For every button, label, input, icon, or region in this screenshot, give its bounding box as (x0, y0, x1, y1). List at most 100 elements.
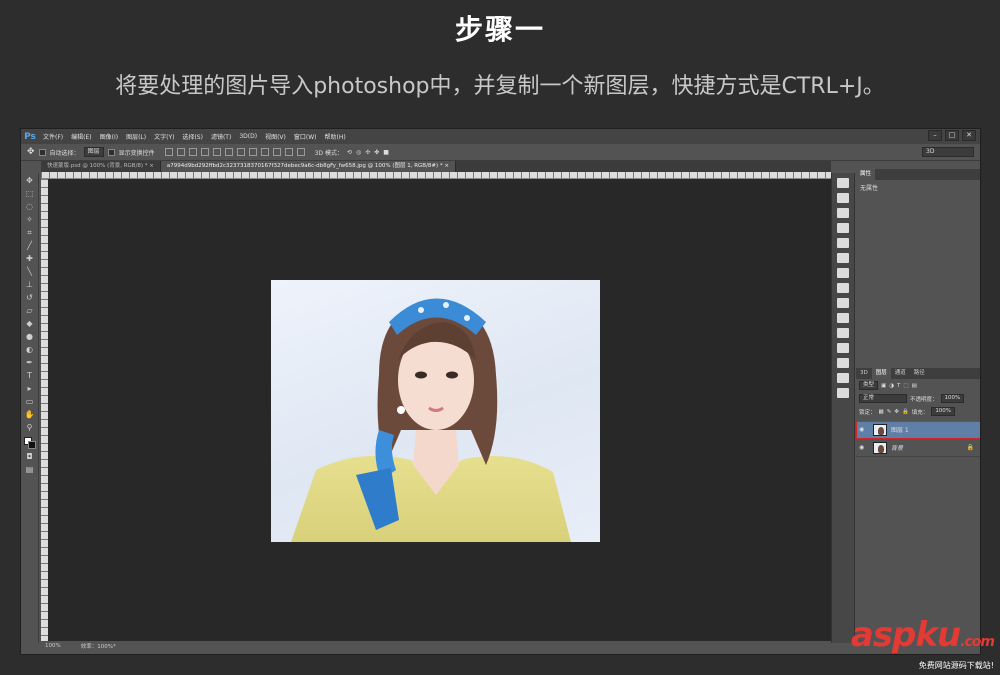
align-left-icon[interactable] (200, 148, 209, 156)
paint-bucket-tool-icon[interactable]: ◆ (24, 319, 36, 329)
maximize-button[interactable]: □ (945, 130, 959, 141)
pen-tool-icon[interactable]: ✒ (24, 358, 36, 368)
menu-3d[interactable]: 3D(D) (235, 133, 261, 140)
blend-mode-dropdown[interactable]: 正常 (859, 394, 907, 403)
align-bottom-icon[interactable] (188, 148, 197, 156)
minimize-button[interactable]: – (928, 130, 942, 141)
distribute-bottom-icon[interactable] (260, 148, 269, 156)
blur-tool-icon[interactable]: ● (24, 332, 36, 342)
efficiency-status[interactable]: 效率：100%* (81, 642, 116, 650)
filter-pixel-icon[interactable]: ▣ (881, 383, 886, 389)
vertical-ruler[interactable] (41, 179, 48, 641)
dodge-tool-icon[interactable]: ◐ (24, 345, 36, 355)
rectangle-tool-icon[interactable]: ▭ (24, 397, 36, 407)
menu-layer[interactable]: 图层(L) (122, 132, 150, 141)
3d-pan-icon[interactable]: ✣ (365, 149, 370, 156)
distribute-right-icon[interactable] (296, 148, 305, 156)
zoom-tool-icon[interactable]: ⚲ (24, 423, 36, 433)
visibility-eye-icon[interactable]: ◉ (859, 426, 869, 433)
opacity-field[interactable]: 100% (940, 394, 965, 403)
lock-position-icon[interactable]: ✥ (894, 409, 899, 415)
swatches-panel-icon[interactable] (837, 223, 849, 233)
layer-row-background[interactable]: ◉ 背景 🔒 (856, 439, 980, 457)
close-button[interactable]: ✕ (962, 130, 976, 141)
layer-row-layer-1[interactable]: ◉ 图层 1 (856, 421, 980, 439)
document-image[interactable] (271, 280, 600, 542)
menu-window[interactable]: 窗口(W) (290, 132, 321, 141)
auto-select-checkbox[interactable] (38, 148, 46, 156)
tab-photo-jpg[interactable]: a7994d9bd292ffbd2c3237318370167f327debec… (160, 161, 457, 172)
info-panel-icon[interactable] (837, 358, 849, 368)
layer-name[interactable]: 图层 1 (891, 425, 909, 434)
character-panel-icon[interactable] (837, 313, 849, 323)
brush-tool-icon[interactable]: ╲ (24, 267, 36, 277)
distribute-left-icon[interactable] (272, 148, 281, 156)
screen-mode-icon[interactable]: ▤ (24, 465, 36, 475)
lock-transparent-icon[interactable]: ▦ (879, 409, 884, 415)
visibility-eye-icon[interactable]: ◉ (859, 444, 869, 451)
lock-image-icon[interactable]: ✎ (887, 409, 892, 415)
lasso-tool-icon[interactable]: ◌ (24, 202, 36, 212)
move-tool-icon[interactable]: ✥ (24, 176, 36, 186)
canvas-area[interactable] (48, 179, 831, 641)
tab-quick-mask-psd[interactable]: 快速蒙版.psd @ 100% (背景, RGB/8) * × (41, 161, 161, 172)
menu-file[interactable]: 文件(F) (39, 132, 67, 141)
layer-filter-dropdown[interactable]: 类型 (859, 381, 879, 390)
type-tool-icon[interactable]: T (24, 371, 36, 381)
menu-type[interactable]: 文字(Y) (150, 132, 178, 141)
move-tool-icon[interactable]: ✥ (27, 147, 35, 157)
filter-smart-object-icon[interactable]: ▤ (912, 383, 917, 389)
background-color-swatch[interactable] (28, 441, 36, 449)
horizontal-ruler[interactable] (41, 172, 831, 179)
3d-roll-icon[interactable]: ◎ (356, 149, 361, 156)
hand-tool-icon[interactable]: ✋ (24, 410, 36, 420)
distribute-center-icon[interactable] (284, 148, 293, 156)
actions-panel-icon[interactable] (837, 388, 849, 398)
align-middle-icon[interactable] (176, 148, 185, 156)
menu-help[interactable]: 帮助(H) (321, 132, 350, 141)
align-right-icon[interactable] (224, 148, 233, 156)
history-brush-tool-icon[interactable]: ↺ (24, 293, 36, 303)
3d-rotate-icon[interactable]: ⟲ (347, 149, 352, 156)
tab-layers[interactable]: 图层 (871, 368, 891, 379)
eraser-tool-icon[interactable]: ▱ (24, 306, 36, 316)
histogram-panel-icon[interactable] (837, 193, 849, 203)
distribute-top-icon[interactable] (236, 148, 245, 156)
crop-tool-icon[interactable]: ⌗ (24, 228, 36, 238)
lock-all-icon[interactable]: 🔒 (902, 409, 909, 415)
paragraph-panel-icon[interactable] (837, 298, 849, 308)
adjustments-panel-icon[interactable] (837, 253, 849, 263)
navigator-panel-icon[interactable] (837, 373, 849, 383)
color-panel-icon[interactable] (837, 208, 849, 218)
3d-scale-icon[interactable]: ■ (383, 149, 389, 156)
filter-adjustment-icon[interactable]: ◑ (889, 383, 894, 389)
tab-properties[interactable]: 属性 (856, 169, 876, 180)
layer-name[interactable]: 背景 (891, 443, 903, 452)
menu-filter[interactable]: 滤镜(T) (207, 132, 235, 141)
tab-paths[interactable]: 路径 (910, 368, 929, 379)
menu-select[interactable]: 选择(S) (178, 132, 207, 141)
filter-shape-icon[interactable]: ⬚ (903, 383, 908, 389)
styles-panel-icon[interactable] (837, 238, 849, 248)
menu-view[interactable]: 视图(V) (261, 132, 290, 141)
show-transform-checkbox[interactable] (107, 148, 115, 156)
brush-panel-icon[interactable] (837, 268, 849, 278)
quick-mask-icon[interactable]: ◘ (24, 452, 36, 462)
menu-image[interactable]: 图像(I) (96, 132, 122, 141)
workspace-dropdown[interactable]: 3D (922, 147, 974, 157)
clone-stamp-tool-icon[interactable]: ⊥ (24, 280, 36, 290)
align-top-icon[interactable] (164, 148, 173, 156)
clone-source-panel-icon[interactable] (837, 283, 849, 293)
3d-slide-icon[interactable]: ✤ (374, 149, 379, 156)
tools-presets-icon[interactable] (837, 328, 849, 338)
filter-type-icon[interactable]: T (897, 383, 900, 389)
quick-select-tool-icon[interactable]: ✧ (24, 215, 36, 225)
path-select-tool-icon[interactable]: ▸ (24, 384, 36, 394)
marquee-tool-icon[interactable]: ⬚ (24, 189, 36, 199)
fill-field[interactable]: 100% (931, 407, 956, 416)
tab-3d[interactable]: 3D (856, 368, 872, 379)
zoom-level[interactable]: 100% (45, 643, 61, 649)
tab-channels[interactable]: 通道 (891, 368, 910, 379)
history-panel-icon[interactable] (837, 178, 849, 188)
healing-brush-tool-icon[interactable]: ✚ (24, 254, 36, 264)
